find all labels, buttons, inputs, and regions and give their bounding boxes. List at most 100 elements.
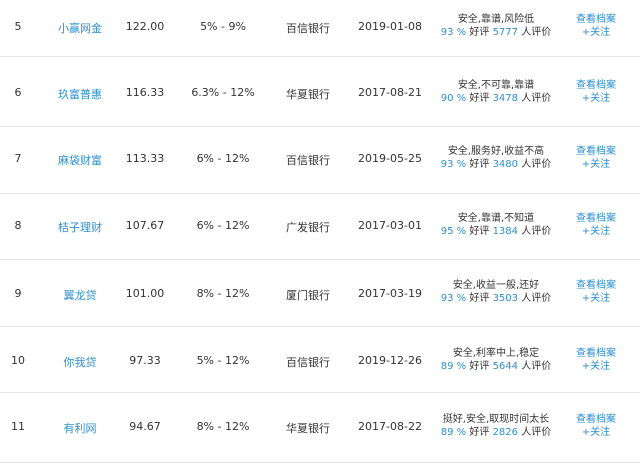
custody-bank: 厦门银行 — [286, 289, 330, 302]
score-value: 97.33 — [129, 354, 161, 367]
good-rate: 90 % — [440, 93, 467, 104]
evaluation-summary: 安全,服务好,收益不高 93 % 好评 3480 人评价 — [430, 145, 562, 171]
row-actions: 查看档案 +关注 — [566, 413, 626, 439]
launch-date: 2017-08-21 — [358, 86, 422, 99]
follow-link[interactable]: +关注 — [566, 225, 626, 238]
row-actions: 查看档案 +关注 — [566, 212, 626, 238]
evaluation-stats: 89 % 好评 5644 人评价 — [430, 360, 562, 373]
follow-link[interactable]: +关注 — [566, 426, 626, 439]
review-count: 3503 — [492, 293, 519, 304]
review-count-suffix: 人评价 — [521, 27, 552, 38]
evaluation-tags: 安全,靠谱,风险低 — [457, 14, 535, 25]
custody-bank: 百信银行 — [286, 154, 330, 167]
evaluation-stats: 93 % 好评 3503 人评价 — [430, 292, 562, 305]
custody-bank: 华夏银行 — [286, 422, 330, 435]
good-rate: 95 % — [440, 226, 467, 237]
score-value: 113.33 — [125, 152, 165, 165]
platform-name-link[interactable]: 小赢网金 — [35, 20, 125, 36]
rank-number: 8 — [14, 219, 22, 232]
review-count-suffix: 人评价 — [521, 361, 552, 372]
view-profile-link[interactable]: 查看档案 — [566, 279, 626, 292]
table-row: 8 桔子理财 107.67 6% - 12% 广发银行 2017-03-01 安… — [0, 194, 640, 260]
evaluation-stats: 93 % 好评 3480 人评价 — [430, 158, 562, 171]
platform-name-link[interactable]: 桔子理财 — [35, 219, 125, 235]
launch-date: 2017-03-01 — [358, 219, 422, 232]
rank-number: 6 — [14, 86, 22, 99]
follow-link[interactable]: +关注 — [566, 26, 626, 39]
good-rate: 89 % — [440, 427, 467, 438]
platform-name-link[interactable]: 你我贷 — [35, 354, 125, 370]
rate-range: 8% - 12% — [196, 420, 250, 433]
table-row: 6 玖富普惠 116.33 6.3% - 12% 华夏银行 2017-08-21… — [0, 57, 640, 127]
review-count: 5644 — [492, 361, 519, 372]
table-row: 9 翼龙贷 101.00 8% - 12% 厦门银行 2017-03-19 安全… — [0, 260, 640, 327]
view-profile-link[interactable]: 查看档案 — [566, 347, 626, 360]
rate-range: 8% - 12% — [196, 287, 250, 300]
evaluation-stats: 93 % 好评 5777 人评价 — [430, 26, 562, 39]
review-count-suffix: 人评价 — [521, 93, 552, 104]
rate-range: 6% - 12% — [196, 219, 250, 232]
launch-date: 2017-08-22 — [358, 420, 422, 433]
review-count: 1384 — [492, 226, 519, 237]
platform-name-link[interactable]: 翼龙贷 — [35, 287, 125, 303]
launch-date: 2019-12-26 — [358, 354, 422, 367]
evaluation-stats: 89 % 好评 2826 人评价 — [430, 426, 562, 439]
follow-link[interactable]: +关注 — [566, 360, 626, 373]
rank-number: 5 — [14, 20, 22, 33]
review-count-suffix: 人评价 — [521, 293, 552, 304]
score-value: 94.67 — [129, 420, 161, 433]
launch-date: 2019-05-25 — [358, 152, 422, 165]
review-count: 3478 — [492, 93, 519, 104]
row-actions: 查看档案 +关注 — [566, 279, 626, 305]
evaluation-summary: 安全,靠谱,风险低 93 % 好评 5777 人评价 — [430, 13, 562, 39]
score-value: 101.00 — [125, 287, 165, 300]
custody-bank: 广发银行 — [286, 221, 330, 234]
view-profile-link[interactable]: 查看档案 — [566, 145, 626, 158]
good-label: 好评 — [469, 159, 490, 170]
rank-number: 7 — [14, 152, 22, 165]
rate-range: 5% - 12% — [196, 354, 250, 367]
follow-link[interactable]: +关注 — [566, 92, 626, 105]
evaluation-summary: 安全,靠谱,不知道 95 % 好评 1384 人评价 — [430, 212, 562, 238]
platform-name-link[interactable]: 有利网 — [35, 420, 125, 436]
good-label: 好评 — [469, 427, 490, 438]
review-count: 5777 — [492, 27, 519, 38]
good-rate: 93 % — [440, 293, 467, 304]
good-rate: 93 % — [440, 27, 467, 38]
follow-link[interactable]: +关注 — [566, 292, 626, 305]
platform-name-link[interactable]: 玖富普惠 — [35, 86, 125, 102]
table-row: 5 小赢网金 122.00 5% - 9% 百信银行 2019-01-08 安全… — [0, 0, 640, 57]
platform-name-link[interactable]: 麻袋财富 — [35, 152, 125, 168]
evaluation-tags: 安全,利率中上,稳定 — [452, 348, 540, 359]
evaluation-tags: 挺好,安全,取现时间太长 — [442, 414, 550, 425]
evaluation-tags: 安全,收益一般,还好 — [452, 280, 540, 291]
evaluation-summary: 挺好,安全,取现时间太长 89 % 好评 2826 人评价 — [430, 413, 562, 439]
view-profile-link[interactable]: 查看档案 — [566, 212, 626, 225]
review-count-suffix: 人评价 — [521, 226, 552, 237]
table-row: 7 麻袋财富 113.33 6% - 12% 百信银行 2019-05-25 安… — [0, 127, 640, 194]
custody-bank: 华夏银行 — [286, 88, 330, 101]
rate-range: 6.3% - 12% — [191, 86, 255, 99]
good-label: 好评 — [469, 293, 490, 304]
review-count-suffix: 人评价 — [521, 159, 552, 170]
custody-bank: 百信银行 — [286, 22, 330, 35]
good-label: 好评 — [469, 93, 490, 104]
custody-bank: 百信银行 — [286, 356, 330, 369]
review-count: 2826 — [492, 427, 519, 438]
evaluation-tags: 安全,不可靠,靠谱 — [457, 80, 535, 91]
review-count-suffix: 人评价 — [521, 427, 552, 438]
view-profile-link[interactable]: 查看档案 — [566, 13, 626, 26]
row-actions: 查看档案 +关注 — [566, 145, 626, 171]
view-profile-link[interactable]: 查看档案 — [566, 79, 626, 92]
row-actions: 查看档案 +关注 — [566, 347, 626, 373]
launch-date: 2019-01-08 — [358, 20, 422, 33]
score-value: 107.67 — [125, 219, 165, 232]
good-rate: 93 % — [440, 159, 467, 170]
row-actions: 查看档案 +关注 — [566, 79, 626, 105]
review-count: 3480 — [492, 159, 519, 170]
evaluation-summary: 安全,利率中上,稳定 89 % 好评 5644 人评价 — [430, 347, 562, 373]
view-profile-link[interactable]: 查看档案 — [566, 413, 626, 426]
follow-link[interactable]: +关注 — [566, 158, 626, 171]
rank-number: 10 — [11, 354, 25, 367]
launch-date: 2017-03-19 — [358, 287, 422, 300]
